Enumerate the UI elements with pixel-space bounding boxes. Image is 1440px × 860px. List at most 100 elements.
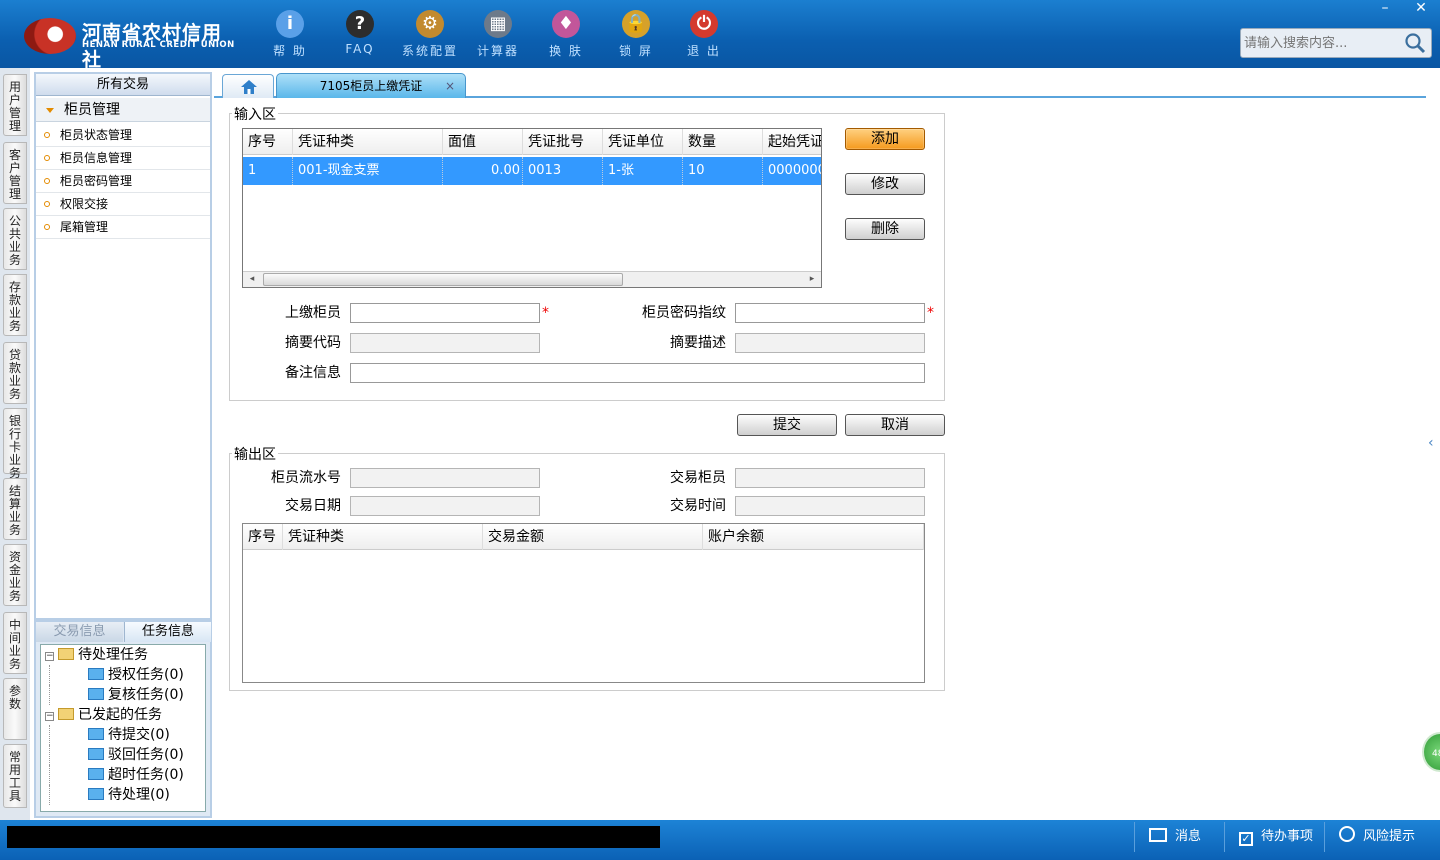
- tree-node-pending[interactable]: − 待处理任务: [41, 645, 205, 665]
- tree-leaf[interactable]: 待处理(0): [49, 785, 205, 805]
- search-input[interactable]: [1244, 33, 1404, 53]
- toolbar-calculator-button[interactable]: ▦ 计算器: [466, 8, 530, 60]
- category-tab-1[interactable]: 客户管理: [3, 142, 27, 204]
- tree-leaf[interactable]: 复核任务(0): [49, 685, 205, 705]
- collapse-icon[interactable]: −: [45, 652, 54, 661]
- nav-group-teller-management[interactable]: 柜员管理: [36, 98, 210, 122]
- nav-item-1[interactable]: 柜员信息管理: [36, 147, 210, 170]
- scroll-left-icon[interactable]: ◂: [245, 273, 259, 286]
- column-header: 序号: [243, 524, 283, 550]
- table-cell: 000000000: [763, 157, 821, 185]
- nav-item-3[interactable]: 权限交接: [36, 193, 210, 216]
- serial-output: [350, 468, 540, 488]
- input-area-legend: 输入区: [232, 104, 278, 124]
- tree-node-initiated[interactable]: − 已发起的任务: [41, 705, 205, 725]
- column-header: 账户余额: [703, 524, 924, 550]
- submit-button[interactable]: 提交: [737, 414, 837, 436]
- tree-leaf-label: 复核任务(0): [108, 687, 184, 703]
- nav-item-0[interactable]: 柜员状态管理: [36, 124, 210, 147]
- tree-leaf[interactable]: 超时任务(0): [49, 765, 205, 785]
- risk-button[interactable]: 风险提示: [1324, 822, 1440, 852]
- toolbar-lock-button[interactable]: 🔒 锁 屏: [604, 8, 668, 60]
- serial-label: 柜员流水号: [271, 470, 341, 486]
- collapse-panel-icon[interactable]: ‹: [1428, 420, 1440, 466]
- delete-button[interactable]: 删除: [845, 218, 925, 240]
- toolbar-system-config-button[interactable]: ⚙ 系统配置: [398, 8, 462, 60]
- category-tab-0[interactable]: 用户管理: [3, 74, 27, 136]
- trans-teller-label: 交易柜员: [670, 470, 726, 486]
- category-tab-10[interactable]: 常用工具: [3, 744, 27, 808]
- category-tab-6[interactable]: 结算业务: [3, 478, 27, 540]
- task-panel: 交易信息 任务信息 − 待处理任务 授权任务(0) 复核任务(0) − 已发起的任务 …: [34, 620, 212, 818]
- category-tab-2[interactable]: 公共业务: [3, 208, 27, 270]
- column-header: 凭证种类: [283, 524, 483, 550]
- column-header: 数量: [683, 129, 763, 155]
- close-window-button[interactable]: ✕: [1404, 0, 1438, 18]
- logo-emblem-icon: [24, 18, 76, 54]
- scrollbar-thumb[interactable]: [263, 273, 623, 286]
- category-tab-bar: 用户管理客户管理公共业务存款业务贷款业务银行卡业务 结算业务资金业务中间业务参数常…: [0, 68, 30, 820]
- logo-text-en: HENAN RURAL CREDIT UNION: [82, 40, 235, 50]
- category-tab-3[interactable]: 存款业务: [3, 274, 27, 336]
- help-icon: i: [276, 10, 304, 38]
- toolbar-exit-button[interactable]: ⏻ 退 出: [672, 8, 736, 60]
- toolbar-skin-button[interactable]: ♦ 换 肤: [534, 8, 598, 60]
- remark-label: 备注信息: [285, 365, 341, 381]
- column-header: 面值: [443, 129, 523, 155]
- bullet-icon: [44, 155, 50, 161]
- fingerprint-input[interactable]: [735, 303, 925, 323]
- top-bar: 河南省农村信用社 HENAN RURAL CREDIT UNION – ✕ i帮…: [0, 0, 1440, 71]
- tree-leaf[interactable]: 驳回任务(0): [49, 745, 205, 765]
- column-header: 序号: [243, 129, 293, 155]
- nav-item-4[interactable]: 尾箱管理: [36, 216, 210, 239]
- summary-desc-label: 摘要描述: [670, 335, 726, 351]
- toolbar-help-button[interactable]: i 帮 助: [258, 8, 322, 60]
- folder-icon: [88, 768, 104, 780]
- message-button[interactable]: 消息: [1134, 822, 1224, 852]
- teller-input[interactable]: [350, 303, 540, 323]
- category-tab-5[interactable]: 银行卡业务: [3, 408, 27, 480]
- voucher-grid: 序号 凭证种类 面值 凭证批号 凭证单位 数量 起始凭证 1 001-现金支票 0.00 0013…: [242, 128, 822, 288]
- tab-strip: 7105柜员上缴凭证 ×: [214, 72, 1426, 98]
- trans-date-output: [350, 496, 540, 516]
- logo: 河南省农村信用社 HENAN RURAL CREDIT UNION: [24, 12, 239, 71]
- close-tab-icon[interactable]: ×: [445, 74, 455, 98]
- table-row[interactable]: 1001-现金支票0.0000131-张10000000000: [243, 157, 821, 185]
- bullet-icon: [44, 178, 50, 184]
- tree-leaf[interactable]: 待提交(0): [49, 725, 205, 745]
- required-mark: *: [542, 305, 549, 321]
- horizontal-scrollbar[interactable]: ◂ ▸: [243, 271, 821, 287]
- home-tab[interactable]: [222, 74, 274, 98]
- toolbar-faq-button[interactable]: ? FAQ: [328, 8, 392, 60]
- cancel-button[interactable]: 取消: [845, 414, 945, 436]
- tab-label: 7105柜员上缴凭证: [319, 79, 423, 93]
- summary-desc-input: [735, 333, 925, 353]
- search-icon[interactable]: [1403, 31, 1427, 55]
- tab-task-info[interactable]: 任务信息: [124, 622, 211, 642]
- category-tab-4[interactable]: 贷款业务: [3, 342, 27, 404]
- tree-leaf[interactable]: 授权任务(0): [49, 665, 205, 685]
- calculator-icon: ▦: [484, 10, 512, 38]
- minimize-button[interactable]: –: [1368, 0, 1402, 18]
- tab-7105[interactable]: 7105柜员上缴凭证 ×: [276, 73, 466, 98]
- todo-button[interactable]: ✓ 待办事项: [1224, 822, 1324, 852]
- nav-item-2[interactable]: 柜员密码管理: [36, 170, 210, 193]
- nav-item-label: 柜员密码管理: [60, 174, 133, 188]
- tree-leaf-label: 待处理(0): [108, 787, 170, 803]
- remark-input[interactable]: [350, 363, 925, 383]
- nav-header[interactable]: 所有交易: [36, 74, 210, 96]
- add-button[interactable]: 添加: [845, 128, 925, 150]
- category-tab-7[interactable]: 资金业务: [3, 544, 27, 606]
- collapse-icon[interactable]: −: [45, 712, 54, 721]
- chat-bubble-icon: [1339, 826, 1355, 842]
- folder-icon: [88, 688, 104, 700]
- tab-transaction-info[interactable]: 交易信息: [36, 622, 123, 642]
- modify-button[interactable]: 修改: [845, 173, 925, 195]
- bullet-icon: [44, 201, 50, 207]
- category-tab-9[interactable]: 参数: [3, 678, 27, 740]
- folder-icon: [88, 748, 104, 760]
- category-tab-8[interactable]: 中间业务: [3, 612, 27, 674]
- toolbar-label: 换 肤: [549, 44, 583, 58]
- toolbar-label: 退 出: [687, 44, 721, 58]
- scroll-right-icon[interactable]: ▸: [805, 273, 819, 286]
